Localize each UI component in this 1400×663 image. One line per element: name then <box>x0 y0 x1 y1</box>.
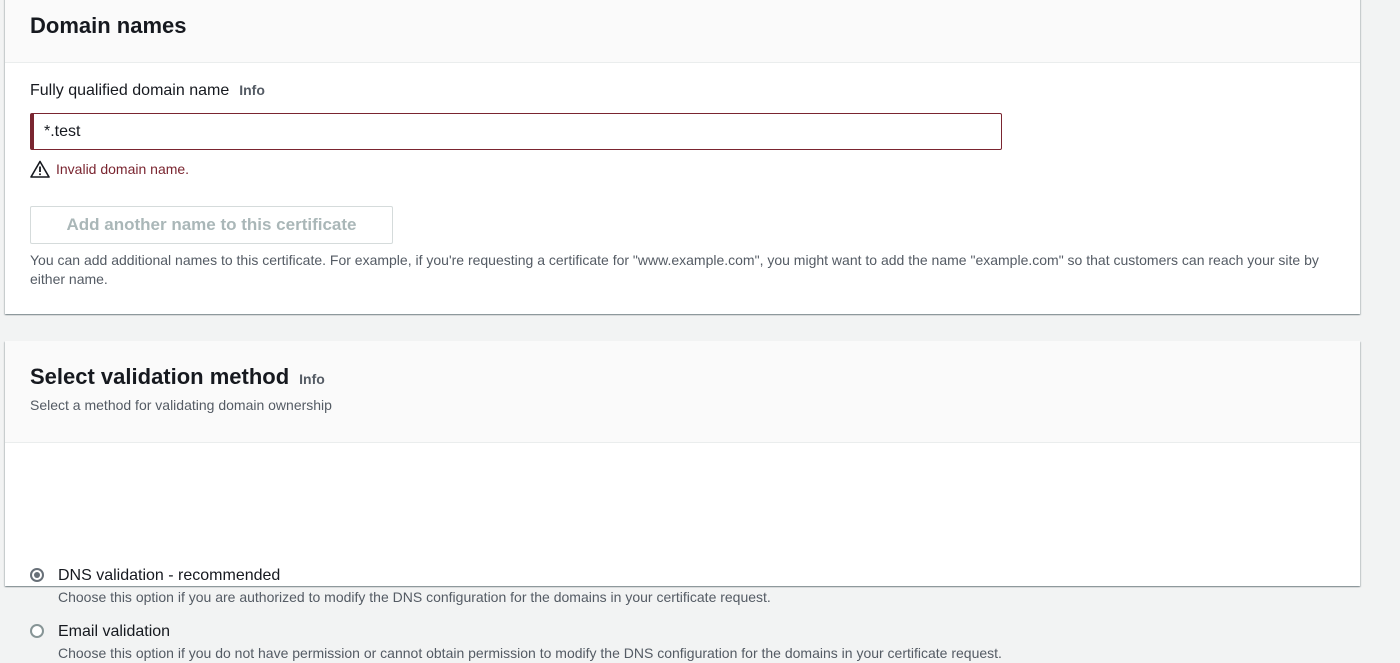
validation-method-description: Select a method for validating domain ow… <box>30 397 332 413</box>
warning-icon <box>30 160 50 178</box>
validation-method-header: Select validation method Info Select a me… <box>5 341 1360 443</box>
fqdn-label-row: Fully qualified domain name Info <box>30 82 265 100</box>
dns-validation-option[interactable]: DNS validation - recommended Choose this… <box>30 565 771 607</box>
fqdn-error-text: Invalid domain name. <box>56 161 190 177</box>
dns-validation-radio[interactable] <box>30 568 44 582</box>
email-validation-radio[interactable] <box>30 624 44 638</box>
fqdn-label: Fully qualified domain name <box>30 82 230 99</box>
fqdn-error: Invalid domain name. <box>30 160 189 178</box>
add-another-name-button[interactable]: Add another name to this certificate <box>30 206 393 244</box>
dns-validation-text: DNS validation - recommended Choose this… <box>58 565 771 607</box>
validation-info-link[interactable]: Info <box>299 371 325 387</box>
dns-validation-description: Choose this option if you are authorized… <box>58 589 771 605</box>
add-name-help-text: You can add additional names to this cer… <box>30 252 1319 287</box>
domain-names-header: Domain names <box>5 0 1360 63</box>
domain-names-panel: Domain names Fully qualified domain name… <box>5 0 1360 314</box>
domain-names-title: Domain names <box>30 13 187 38</box>
validation-method-title: Select validation method <box>30 364 290 389</box>
email-validation-label: Email validation <box>58 623 171 640</box>
fqdn-input[interactable] <box>30 113 1002 150</box>
validation-method-panel: Select validation method Info Select a me… <box>5 341 1360 661</box>
dns-validation-label: DNS validation - recommended <box>58 567 281 584</box>
email-validation-text: Email validation Choose this option if y… <box>58 621 1002 663</box>
fqdn-info-link[interactable]: Info <box>239 82 265 98</box>
email-validation-description: Choose this option if you do not have pe… <box>58 645 1002 661</box>
email-validation-option[interactable]: Email validation Choose this option if y… <box>30 621 1002 663</box>
